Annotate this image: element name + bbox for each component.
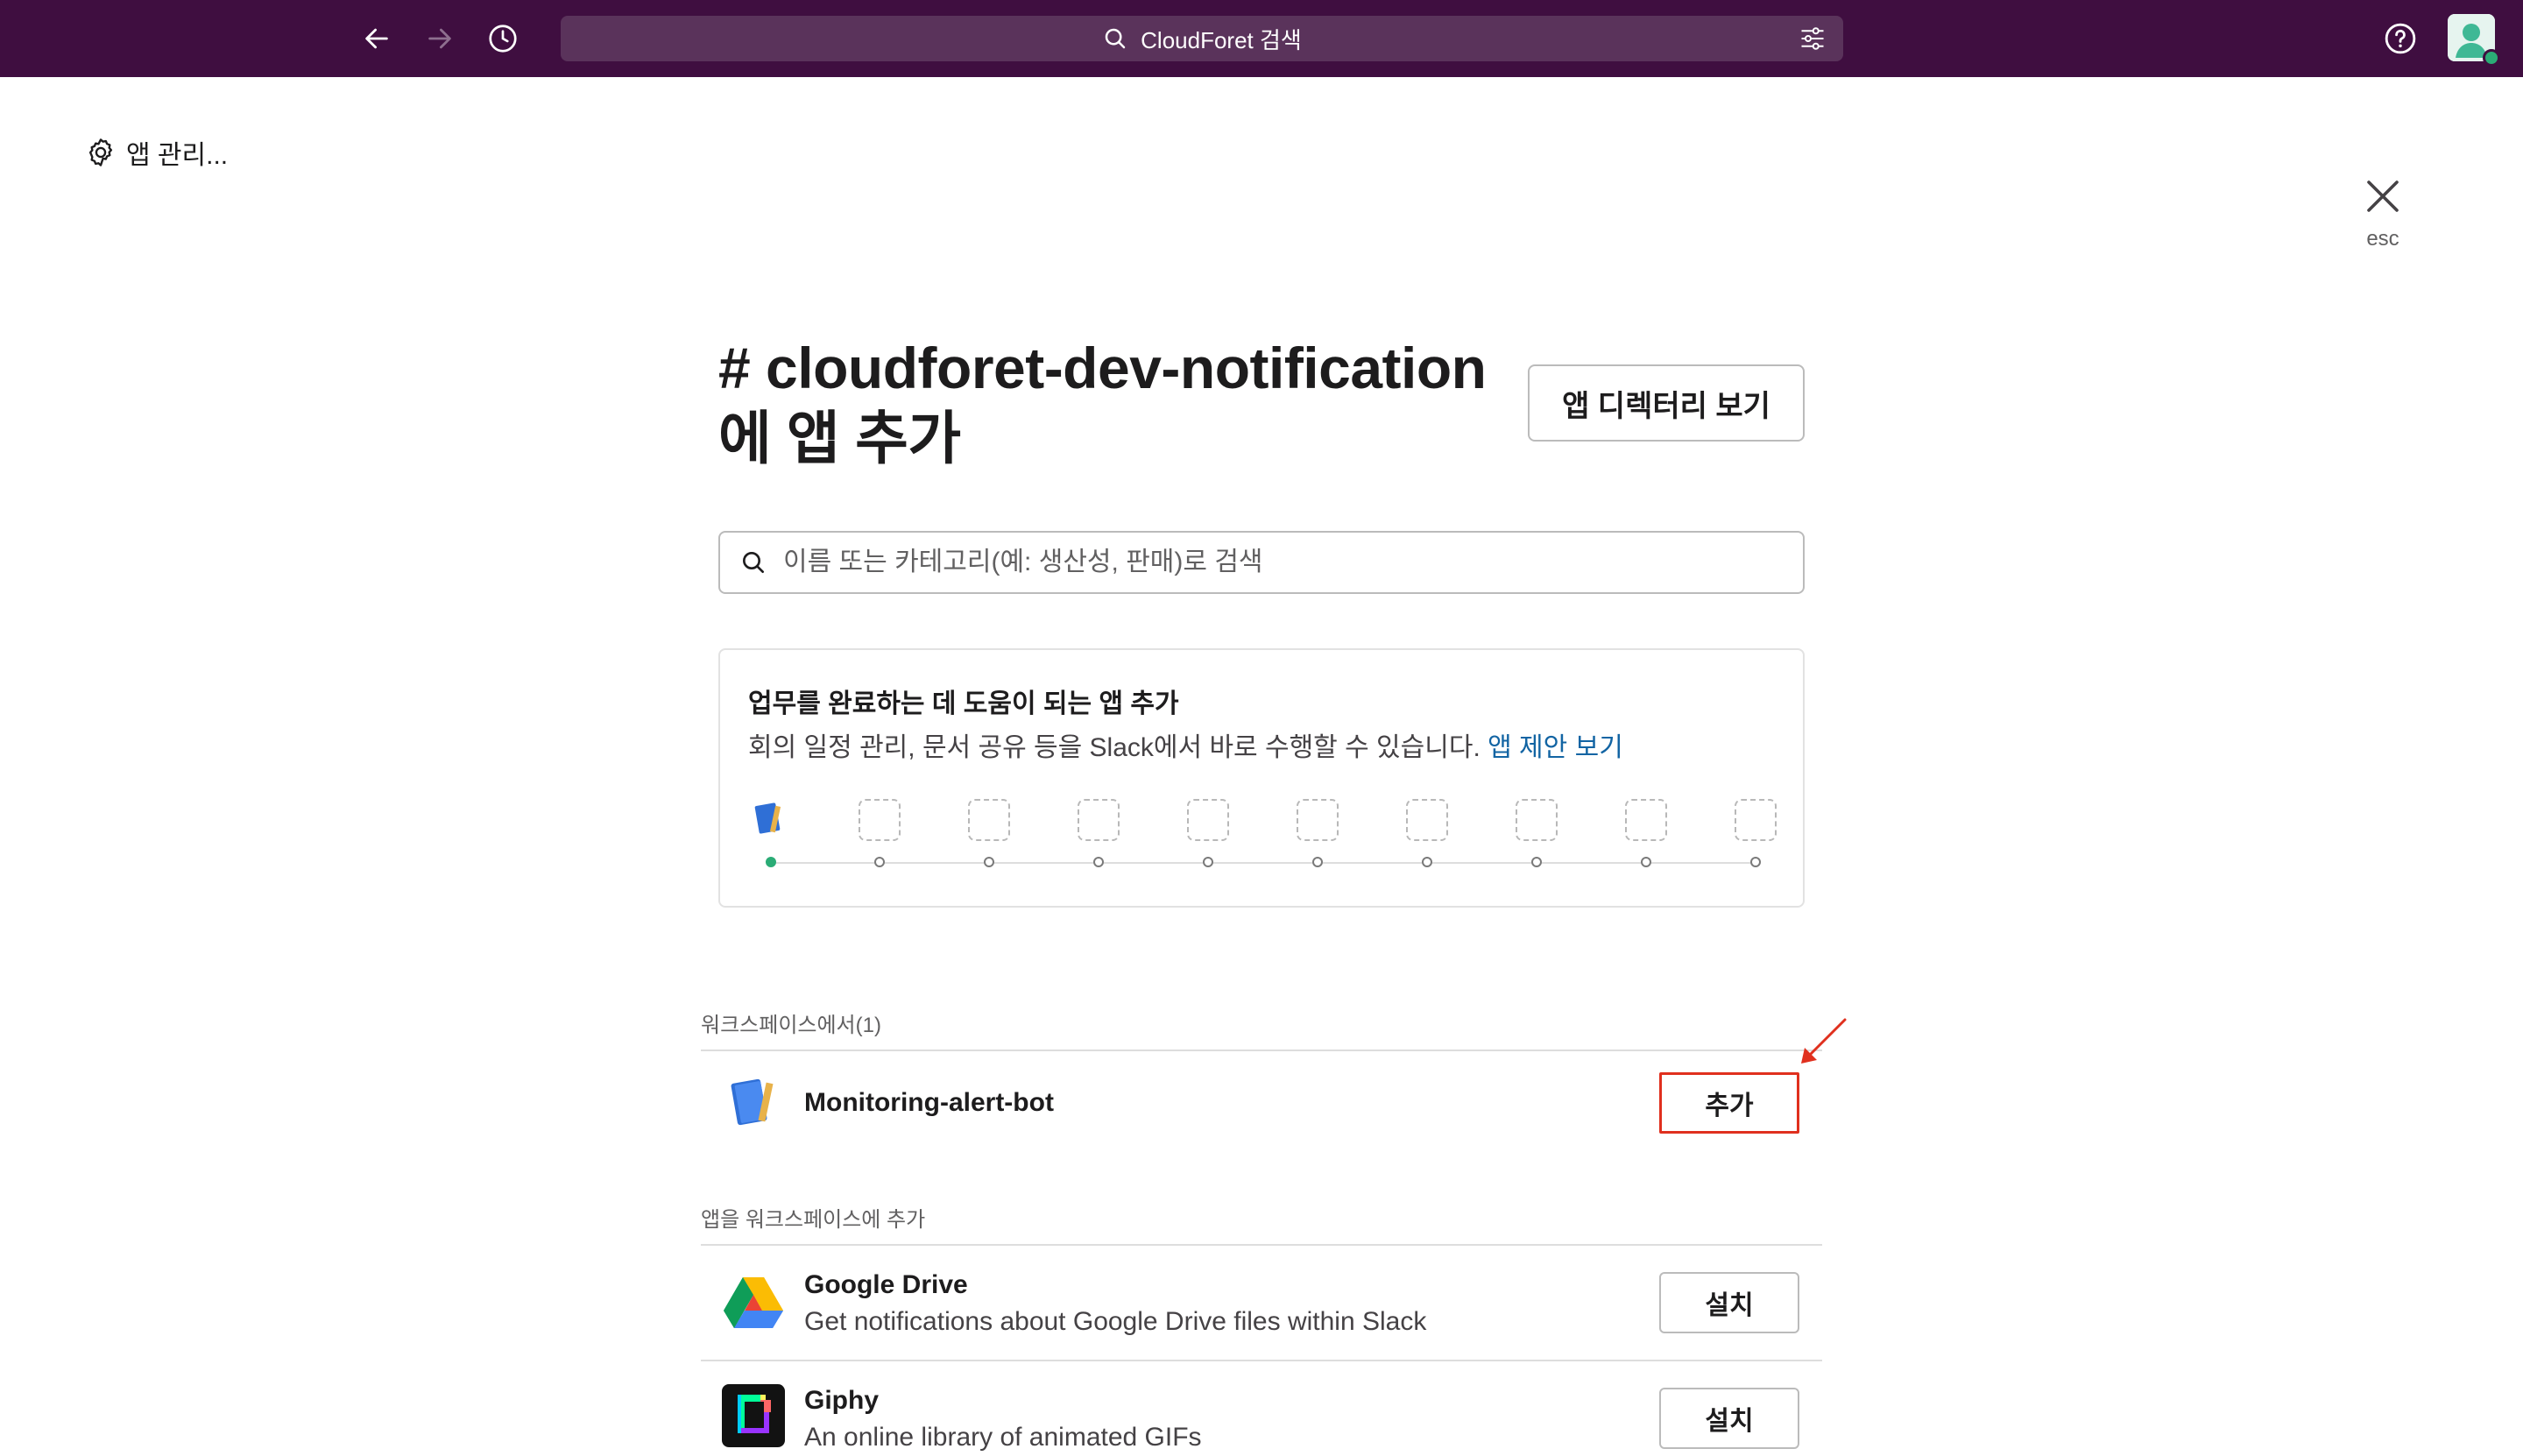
suggestion-title: 업무를 완료하는 데 도움이 되는 앱 추가 [748,689,1179,718]
progress-dot [874,857,885,867]
view-suggestions-link[interactable]: 앱 제안 보기 [1488,733,1623,762]
suggestion-description: 회의 일정 관리, 문서 공유 등을 Slack에서 바로 수행할 수 있습니다… [748,725,1623,764]
history-clock-icon[interactable] [484,19,522,58]
user-avatar[interactable] [2448,14,2500,67]
divider [701,1360,1822,1361]
empty-app-slot [1187,799,1229,841]
giphy-icon [722,1384,785,1447]
gear-icon [88,138,113,166]
divider [701,1050,1822,1051]
google-drive-icon [724,1277,783,1328]
manage-apps-link[interactable]: 앱 관리... [84,133,228,172]
app-suggestion-card: 업무를 완료하는 데 도움이 되는 앱 추가 회의 일정 관리, 문서 공유 등… [718,648,1805,908]
empty-app-slot [1406,799,1448,841]
notebook-icon [754,802,781,834]
app-name[interactable]: Google Drive [804,1270,968,1300]
app-directory-button[interactable]: 앱 디렉터리 보기 [1528,364,1805,442]
divider [701,1244,1822,1246]
progress-dot [1641,857,1651,867]
app-search-input[interactable] [783,548,1747,577]
notebook-icon [731,1078,774,1126]
back-arrow-icon[interactable] [357,19,396,58]
forward-arrow-icon[interactable] [420,19,459,58]
page-title: # cloudforet-dev-notification 에 앱 추가 [718,336,1487,470]
manage-apps-label: 앱 관리... [126,141,229,170]
progress-dot [984,857,994,867]
empty-app-slot [968,799,1010,841]
progress-dot [1203,857,1213,867]
help-icon[interactable] [2381,19,2420,58]
empty-app-slot [1078,799,1120,841]
empty-app-slot [1735,799,1777,841]
app-description: Get notifications about Google Drive fil… [804,1307,1427,1336]
progress-timeline [771,862,1761,864]
app-name[interactable]: Giphy [804,1386,879,1416]
progress-dot [1750,857,1761,867]
app-search-field[interactable] [718,531,1805,594]
install-app-button[interactable]: 설치 [1659,1388,1799,1449]
workspace-section-label: 워크스페이스에서(1) [701,1014,881,1037]
progress-dot [1531,857,1542,867]
esc-label: esc [2366,227,2399,251]
close-button[interactable]: esc [2357,175,2409,251]
add-app-button[interactable]: 추가 [1659,1072,1799,1134]
add-section-label: 앱을 워크스페이스에 추가 [701,1208,926,1232]
progress-dot [1093,857,1104,867]
search-icon [743,552,764,573]
install-app-button[interactable]: 설치 [1659,1272,1799,1333]
progress-dot [1312,857,1323,867]
close-icon [2367,180,2399,212]
search-icon [1105,28,1126,49]
search-bar-label: CloudForet 검색 [1141,26,1302,53]
search-filter-icon[interactable] [1799,26,1826,51]
empty-app-slot [1625,799,1667,841]
empty-app-slot [859,799,901,841]
top-bar: CloudForet 검색 [0,0,2523,77]
app-name[interactable]: Monitoring-alert-bot [804,1088,1054,1118]
suggestion-desc-text: 회의 일정 관리, 문서 공유 등을 Slack에서 바로 수행할 수 있습니다… [748,733,1481,762]
empty-app-slot [1516,799,1558,841]
workspace-search-bar[interactable]: CloudForet 검색 [561,16,1843,61]
empty-app-slot [1297,799,1339,841]
progress-dot [1422,857,1432,867]
online-status-dot [2483,49,2500,67]
progress-dot-active [766,857,776,867]
annotation-arrow-icon [1801,1018,1847,1064]
app-description: An online library of animated GIFs [804,1423,1202,1452]
